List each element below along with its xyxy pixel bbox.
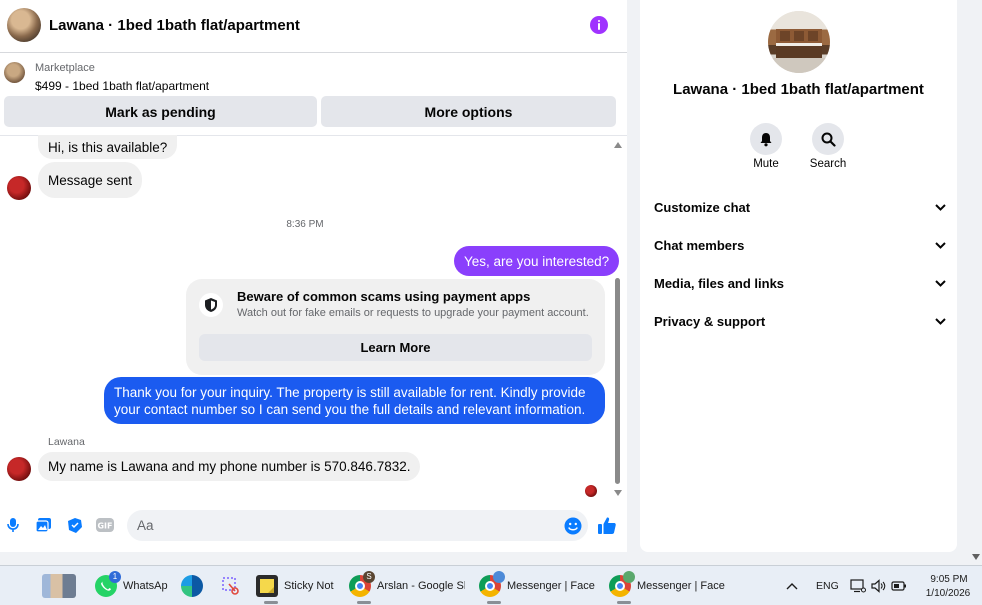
photo-icon[interactable]	[33, 515, 53, 535]
taskbar-whatsapp[interactable]: 1 WhatsAp	[95, 566, 168, 605]
whatsapp-icon: 1	[95, 571, 121, 597]
outgoing-message[interactable]: Thank you for your inquiry. The property…	[104, 377, 605, 424]
tray-network[interactable]	[850, 566, 866, 605]
section-media-files-links[interactable]: Media, files and links	[654, 271, 946, 295]
search-button[interactable]	[812, 123, 844, 155]
listing-thumbnail[interactable]	[4, 62, 25, 83]
chevron-up-icon	[786, 583, 798, 590]
snipping-tool-icon	[220, 575, 242, 597]
svg-text:GIF: GIF	[97, 522, 112, 531]
section-customize-chat[interactable]: Customize chat	[654, 195, 946, 219]
message-composer: GIF	[0, 505, 627, 552]
taskbar-label: Messenger | Faceb	[507, 580, 595, 592]
taskbar-label: Messenger | Faceb	[637, 580, 725, 592]
tray-battery[interactable]	[891, 566, 907, 605]
taskbar-chrome-messenger-1[interactable]: Messenger | Faceb	[479, 566, 597, 605]
scroll-down-arrow[interactable]	[614, 490, 622, 496]
clock-time[interactable]: 9:05 PM	[925, 574, 973, 585]
language-indicator[interactable]: ENG	[816, 580, 839, 592]
volume-icon	[871, 579, 886, 593]
chat-title[interactable]: Lawana · 1bed 1bath flat/apartment	[49, 17, 300, 34]
section-label: Media, files and links	[654, 275, 785, 291]
chrome-icon	[479, 571, 505, 597]
chevron-down-icon	[934, 277, 946, 289]
notification-badge: 1	[109, 571, 121, 583]
chrome-icon: S	[349, 571, 375, 597]
taskbar-label: WhatsAp	[123, 580, 168, 592]
listing-source-label: Marketplace	[35, 62, 95, 74]
outgoing-message[interactable]: Yes, are you interested?	[454, 246, 620, 276]
section-label: Privacy & support	[654, 313, 766, 329]
search-label: Search	[809, 158, 847, 170]
battery-icon	[891, 581, 906, 591]
taskbar-edge[interactable]	[181, 566, 203, 605]
network-icon	[850, 579, 866, 593]
taskbar-chrome-arslan[interactable]: S Arslan - Google Sh	[349, 566, 467, 605]
sticky-notes-icon	[256, 575, 278, 597]
marketplace-listing: Marketplace $499 - 1bed 1bath flat/apart…	[0, 54, 627, 136]
info-icon[interactable]	[590, 16, 608, 34]
widget-thumbnail	[42, 574, 76, 598]
taskbar-user-widget[interactable]	[42, 566, 76, 605]
gif-icon[interactable]: GIF	[95, 515, 115, 535]
contact-avatar-small[interactable]	[7, 176, 31, 200]
profile-badge: S	[363, 571, 375, 583]
details-title: Lawana · 1bed 1bath flat/apartment	[673, 81, 924, 98]
conversation-details-pane: Lawana · 1bed 1bath flat/apartment Mute …	[640, 0, 957, 552]
message-timestamp: 8:36 PM	[286, 219, 324, 230]
taskbar-snipping-tool[interactable]	[220, 566, 242, 605]
section-chat-members[interactable]: Chat members	[654, 233, 946, 257]
sender-name: Lawana	[48, 436, 85, 448]
listing-avatar[interactable]	[768, 11, 830, 73]
shield-icon	[199, 293, 223, 317]
scroll-down-arrow[interactable]	[972, 554, 980, 560]
sticker-icon[interactable]	[64, 515, 84, 535]
profile-badge	[493, 571, 505, 583]
taskbar-sticky-notes[interactable]: Sticky Note	[256, 566, 336, 605]
scam-warning-card: Beware of common scams using payment app…	[186, 279, 605, 375]
incoming-message[interactable]: My name is Lawana and my phone number is…	[38, 452, 421, 481]
windows-taskbar: 1 WhatsAp Sticky Note S Arslan - Google …	[0, 565, 982, 605]
tray-volume[interactable]	[871, 566, 886, 605]
chat-pane: Lawana · 1bed 1bath flat/apartment Marke…	[0, 0, 627, 552]
page-scrollbar[interactable]	[969, 0, 982, 565]
more-options-button[interactable]: More options	[321, 96, 616, 127]
read-receipt-avatar	[585, 485, 597, 497]
scam-warning-subtitle: Watch out for fake emails or requests to…	[237, 307, 589, 319]
listing-price-title[interactable]: $499 - 1bed 1bath flat/apartment	[35, 79, 209, 93]
profile-badge	[623, 571, 635, 583]
incoming-message[interactable]: Hi, is this available?	[38, 135, 178, 159]
learn-more-button[interactable]: Learn More	[199, 334, 592, 361]
clock-date[interactable]: 1/10/2026	[920, 588, 976, 599]
section-privacy-support[interactable]: Privacy & support	[654, 309, 946, 333]
mute-label: Mute	[753, 158, 779, 170]
taskbar-label: Sticky Note	[284, 580, 334, 592]
incoming-message[interactable]: Message sent	[38, 162, 143, 198]
taskbar-chrome-messenger-2[interactable]: Messenger | Faceb	[609, 566, 727, 605]
chat-header: Lawana · 1bed 1bath flat/apartment	[0, 0, 627, 53]
like-icon[interactable]	[597, 515, 617, 535]
scam-warning-title: Beware of common scams using payment app…	[237, 289, 531, 304]
chevron-down-icon	[934, 315, 946, 327]
section-label: Customize chat	[654, 199, 751, 215]
edge-icon	[181, 575, 203, 597]
emoji-icon[interactable]	[563, 516, 583, 536]
mute-button[interactable]	[750, 123, 782, 155]
scroll-up-arrow[interactable]	[614, 142, 622, 148]
scrollbar-thumb[interactable]	[615, 278, 620, 484]
contact-avatar[interactable]	[7, 8, 41, 42]
microphone-icon[interactable]	[3, 515, 23, 535]
message-input[interactable]	[127, 510, 588, 541]
contact-avatar-small[interactable]	[7, 457, 31, 481]
chevron-down-icon	[934, 239, 946, 251]
messages-scrollbar[interactable]	[612, 138, 625, 500]
chevron-down-icon	[934, 201, 946, 213]
section-label: Chat members	[654, 237, 745, 253]
show-hidden-icons-button[interactable]	[786, 566, 798, 605]
chrome-icon	[609, 571, 635, 597]
taskbar-label: Arslan - Google Sh	[377, 580, 465, 592]
mark-as-pending-button[interactable]: Mark as pending	[4, 96, 317, 127]
